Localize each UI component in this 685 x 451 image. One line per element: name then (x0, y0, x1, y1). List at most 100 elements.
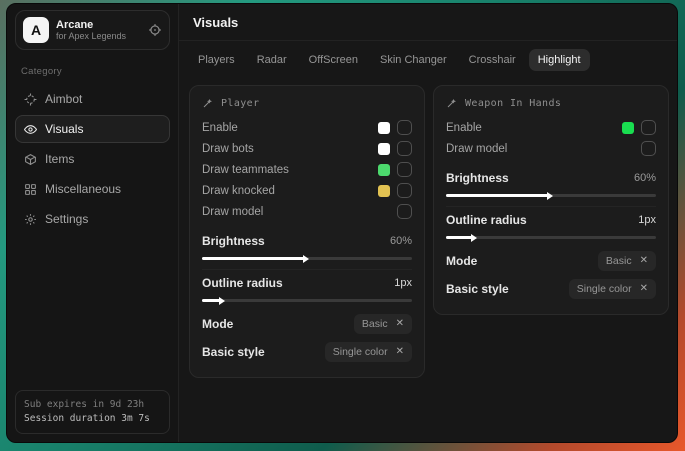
select-label: Mode (446, 254, 598, 268)
sidebar-item-aimbot[interactable]: Aimbot (15, 85, 170, 113)
panels-container: PlayerEnableDraw botsDraw teammatesDraw … (179, 77, 678, 386)
crosshair-icon (23, 93, 37, 106)
sidebar-item-visuals[interactable]: Visuals (15, 115, 170, 143)
select-value: Basic (606, 255, 632, 267)
wand-icon (202, 97, 214, 109)
panel-header: Weapon In Hands (446, 97, 656, 109)
tab-offscreen[interactable]: OffScreen (300, 49, 367, 71)
checkbox[interactable] (641, 141, 656, 156)
select-label: Basic style (202, 345, 325, 359)
slider-label: Outline radius (446, 213, 638, 227)
panel-player: PlayerEnableDraw botsDraw teammatesDraw … (189, 85, 425, 378)
checkbox[interactable] (397, 120, 412, 135)
color-swatch[interactable] (378, 143, 390, 155)
slider-fill (446, 194, 549, 197)
slider-thumb[interactable] (219, 297, 225, 305)
setting-row-draw-model: Draw model (202, 201, 412, 222)
select-tag[interactable]: Single color✕ (569, 279, 656, 299)
tab-players[interactable]: Players (189, 49, 244, 71)
slider-value: 60% (634, 172, 656, 184)
tab-crosshair[interactable]: Crosshair (460, 49, 525, 71)
clear-icon[interactable]: ✕ (640, 256, 648, 266)
subscription-box: Sub expires in 9d 23h Session duration 3… (15, 390, 170, 435)
setting-row-draw-knocked: Draw knocked (202, 180, 412, 201)
color-swatch[interactable] (378, 164, 390, 176)
sidebar-item-miscellaneous[interactable]: Miscellaneous (15, 175, 170, 203)
sidebar-item-label: Settings (45, 212, 88, 226)
slider-track[interactable] (446, 194, 656, 197)
select-label: Basic style (446, 282, 569, 296)
select-value: Single color (333, 346, 388, 358)
slider-track[interactable] (202, 299, 412, 302)
sub-expiry-text: Sub expires in 9d 23h (24, 398, 161, 412)
slider-brightness: Brightness60% (202, 228, 412, 260)
setting-label: Draw model (446, 143, 641, 155)
eye-icon (23, 123, 37, 136)
select-value: Basic (362, 318, 388, 330)
app-logo: A (23, 17, 49, 43)
checkbox[interactable] (641, 120, 656, 135)
slider-label: Outline radius (202, 276, 394, 290)
panel-weapon-in-hands: Weapon In Hands Enable Draw model Brightnes… (433, 85, 669, 315)
slider-thumb[interactable] (471, 234, 477, 242)
box-icon (23, 153, 37, 166)
setting-label: Draw bots (202, 143, 378, 155)
gear-icon (23, 213, 37, 226)
tab-skin-changer[interactable]: Skin Changer (371, 49, 456, 71)
sidebar-item-items[interactable]: Items (15, 145, 170, 173)
sidebar-item-label: Visuals (45, 122, 83, 136)
sidebar: A Arcane for Apex Legends Category Aimbo… (7, 4, 179, 442)
page-title: Visuals (193, 15, 665, 30)
grid-icon (23, 183, 37, 196)
setting-row-draw-teammates: Draw teammates (202, 159, 412, 180)
slider-outline-radius: Outline radius1px (202, 269, 412, 302)
main-content: Visuals PlayersRadarOffScreenSkin Change… (179, 4, 678, 442)
sidebar-item-label: Items (45, 152, 74, 166)
slider-value: 1px (394, 277, 412, 289)
setting-label: Enable (446, 122, 622, 134)
setting-label: Draw model (202, 206, 397, 218)
tab-bar: PlayersRadarOffScreenSkin ChangerCrossha… (179, 41, 678, 77)
slider-track[interactable] (202, 257, 412, 260)
slider-outline-radius: Outline radius1px (446, 206, 656, 239)
slider-fill (446, 236, 473, 239)
color-swatch[interactable] (378, 122, 390, 134)
color-swatch[interactable] (622, 122, 634, 134)
sidebar-item-label: Aimbot (45, 92, 82, 106)
checkbox[interactable] (397, 141, 412, 156)
slider-value: 60% (390, 235, 412, 247)
select-tag[interactable]: Basic ✕ (354, 314, 412, 334)
sidebar-item-label: Miscellaneous (45, 182, 121, 196)
app-title-block: Arcane for Apex Legends (56, 19, 141, 42)
tab-highlight[interactable]: Highlight (529, 49, 590, 71)
sidebar-item-settings[interactable]: Settings (15, 205, 170, 233)
app-subtitle: for Apex Legends (56, 31, 141, 41)
select-tag[interactable]: Single color ✕ (325, 342, 412, 362)
slider-track[interactable] (446, 236, 656, 239)
clear-icon[interactable]: ✕ (396, 319, 404, 329)
category-label: Category (21, 66, 164, 77)
select-tag[interactable]: Basic ✕ (598, 251, 656, 271)
app-name: Arcane (56, 19, 141, 32)
setting-label: Draw knocked (202, 185, 378, 197)
checkbox[interactable] (397, 183, 412, 198)
slider-thumb[interactable] (547, 192, 553, 200)
clear-icon[interactable]: ✕ (396, 347, 404, 357)
checkbox[interactable] (397, 204, 412, 219)
slider-thumb[interactable] (303, 255, 309, 263)
target-icon[interactable] (148, 23, 162, 37)
main-titlebar: Visuals (179, 4, 678, 41)
slider-value: 1px (638, 214, 656, 226)
clear-icon[interactable]: ✕ (640, 284, 648, 294)
slider-brightness: Brightness60% (446, 165, 656, 197)
setting-row-enable: Enable (202, 117, 412, 138)
tab-radar[interactable]: Radar (248, 49, 296, 71)
setting-label: Enable (202, 122, 378, 134)
color-swatch[interactable] (378, 185, 390, 197)
app-window: A Arcane for Apex Legends Category Aimbo… (6, 3, 678, 443)
select-label: Mode (202, 317, 354, 331)
desktop-background: A Arcane for Apex Legends Category Aimbo… (0, 0, 685, 451)
setting-row-draw-bots: Draw bots (202, 138, 412, 159)
setting-row-draw-model: Draw model (446, 138, 656, 159)
checkbox[interactable] (397, 162, 412, 177)
